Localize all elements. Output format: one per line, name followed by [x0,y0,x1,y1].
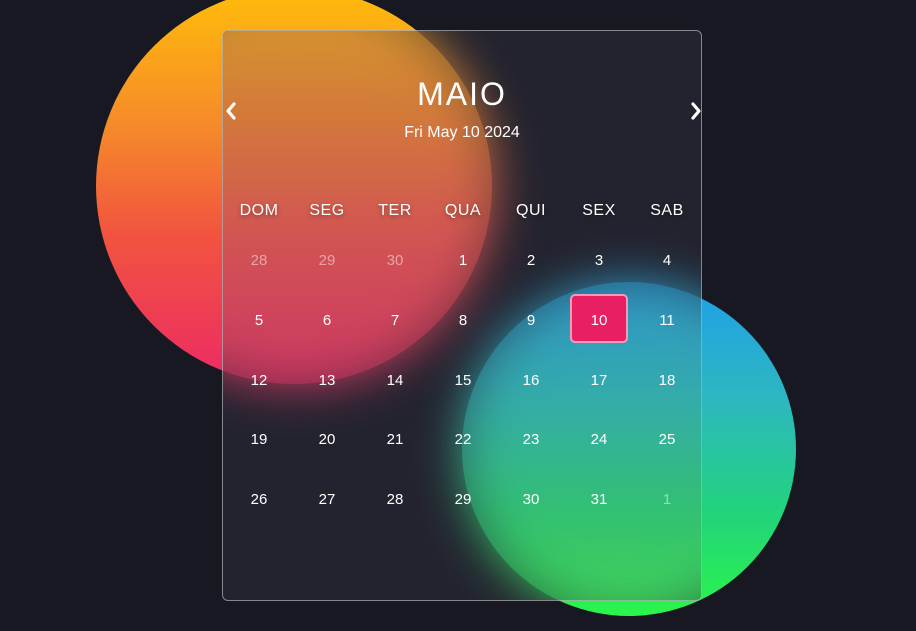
day-number: 13 [318,371,336,389]
day-number: 27 [318,491,336,509]
calendar-day[interactable]: 22 [429,410,497,470]
calendar-day[interactable]: 15 [429,350,497,410]
calendar-day[interactable]: 30 [497,470,565,530]
calendar-day[interactable]: 26 [225,470,293,530]
weekday-monday: SEG [309,202,345,219]
days-grid: 28 29 30 1 2 3 4 5 6 7 8 9 10 11 12 13 14 15 16 17 18 19 20 21 2… [225,231,699,529]
adjacent-month-day[interactable]: 30 [361,231,429,291]
day-number: 7 [390,312,400,330]
calendar-day[interactable]: 1 [429,231,497,291]
day-number: 24 [590,431,608,449]
day-number: 29 [318,252,336,270]
current-date: Fri May 10 2024 [404,124,520,141]
weekday-saturday: SAB [650,202,684,219]
day-number: 1 [458,252,468,270]
calendar-day[interactable]: 4 [633,231,701,291]
calendar-day[interactable]: 5 [225,291,293,351]
calendar-day[interactable]: 8 [429,291,497,351]
weekday-sunday: DOM [239,202,279,219]
weekday-wednesday: QUA [444,202,482,219]
adjacent-month-day[interactable]: 28 [225,231,293,291]
selected-day[interactable]: 10 [565,291,633,351]
day-number: 31 [590,491,608,509]
calendar-page: MAIO Fri May 10 2024 DOM SEG TER QUA QUI… [0,0,916,631]
calendar-day[interactable]: 14 [361,350,429,410]
month-title: MAIO [417,76,507,112]
day-number: 2 [526,252,536,270]
calendar-day[interactable]: 21 [361,410,429,470]
calendar-day[interactable]: 18 [633,350,701,410]
calendar-day[interactable]: 31 [565,470,633,530]
calendar-day[interactable]: 13 [293,350,361,410]
day-number: 3 [594,252,604,270]
calendar-day[interactable]: 9 [497,291,565,351]
day-number: 29 [454,491,472,509]
calendar-day[interactable]: 12 [225,350,293,410]
day-number: 1 [662,491,672,509]
calendar-day[interactable]: 6 [293,291,361,351]
calendar-day[interactable]: 25 [633,410,701,470]
day-number: 12 [250,371,268,389]
day-number: 26 [250,491,268,509]
day-number: 18 [658,371,676,389]
calendar-day[interactable]: 11 [633,291,701,351]
day-number: 16 [522,371,540,389]
calendar-day[interactable]: 28 [361,470,429,530]
calendar-day[interactable]: 24 [565,410,633,470]
weekday-thursday: QUI [516,202,546,219]
calendar-day[interactable]: 23 [497,410,565,470]
calendar-day[interactable]: 29 [429,470,497,530]
calendar-day[interactable]: 16 [497,350,565,410]
calendar-day[interactable]: 2 [497,231,565,291]
day-number: 11 [659,312,675,330]
day-number: 8 [458,312,468,330]
day-number: 25 [658,431,676,449]
adjacent-month-day[interactable]: 1 [633,470,701,530]
day-number: 22 [454,431,472,449]
day-number: 20 [318,431,336,449]
calendar-day[interactable]: 27 [293,470,361,530]
day-number: 28 [386,491,404,509]
day-number: 10 [590,312,608,330]
day-number: 15 [454,371,472,389]
calendar-day[interactable]: 19 [225,410,293,470]
weekday-tuesday: TER [378,202,412,219]
calendar-day[interactable]: 3 [565,231,633,291]
day-number: 14 [386,371,404,389]
adjacent-month-day[interactable]: 29 [293,231,361,291]
day-number: 19 [250,431,268,449]
day-number: 30 [386,252,404,270]
day-number: 9 [526,312,536,330]
day-number: 23 [522,431,540,449]
day-number: 28 [250,252,268,270]
day-number: 17 [590,371,608,389]
day-number: 30 [522,491,540,509]
weekday-friday: SEX [582,202,616,219]
day-number: 5 [254,312,264,330]
day-number: 6 [322,312,332,330]
calendar-day[interactable]: 17 [565,350,633,410]
day-number: 21 [386,431,404,449]
weekday-header: DOM SEG TER QUA QUI SEX SAB [225,202,699,220]
calendar-day[interactable]: 20 [293,410,361,470]
calendar-day[interactable]: 7 [361,291,429,351]
day-number: 4 [662,252,672,270]
